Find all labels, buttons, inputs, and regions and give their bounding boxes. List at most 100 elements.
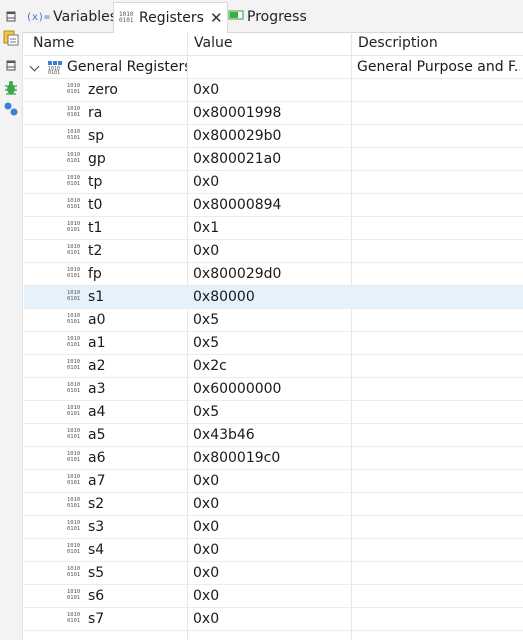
- table-row[interactable]: 1010 0101 a0 0x5: [24, 309, 523, 332]
- register-value[interactable]: 0x0: [193, 240, 350, 262]
- register-name: a7: [88, 473, 106, 489]
- register-name: s3: [88, 519, 105, 535]
- register-name: a1: [88, 335, 106, 351]
- register-name: fp: [88, 266, 102, 282]
- register-value[interactable]: 0x80001998: [193, 102, 350, 124]
- register-value[interactable]: 0x0: [193, 470, 350, 492]
- register-value[interactable]: 0x0: [193, 516, 350, 538]
- table-row[interactable]: 1010 0101 a6 0x800019c0: [24, 447, 523, 470]
- tab-registers[interactable]: 1010 0101 Registers ✕: [113, 2, 228, 33]
- svg-text:0101: 0101: [48, 70, 60, 74]
- register-name: gp: [88, 151, 106, 167]
- register-name: s7: [88, 611, 105, 627]
- register-name: s2: [88, 496, 105, 512]
- register-value[interactable]: 0x5: [193, 332, 350, 354]
- register-value[interactable]: 0x0: [193, 562, 350, 584]
- register-value[interactable]: 0x5: [193, 309, 350, 331]
- table-row[interactable]: 1010 0101 a1 0x5: [24, 332, 523, 355]
- register-value[interactable]: 0x800019c0: [193, 447, 350, 469]
- register-value[interactable]: 0x0: [193, 171, 350, 193]
- close-icon[interactable]: ✕: [210, 9, 223, 27]
- table-row[interactable]: 1010 0101 t1 0x1: [24, 217, 523, 240]
- restore-icon-2[interactable]: [3, 58, 19, 74]
- table-body: 1010 0101 General Registers General Purpo…: [24, 56, 523, 631]
- table-row[interactable]: 1010 0101 s2 0x0: [24, 493, 523, 516]
- table-row[interactable]: 1010 0101 a3 0x60000000: [24, 378, 523, 401]
- register-value[interactable]: 0x0: [193, 585, 350, 607]
- registers-view: (x)= Variables 1010 0101 Registers ✕ Prog…: [0, 0, 523, 640]
- column-header-description[interactable]: Description: [352, 32, 523, 55]
- register-value[interactable]: 0x0: [193, 608, 350, 630]
- tab-variables-label: Variables: [53, 9, 118, 25]
- register-value[interactable]: 0x0: [193, 539, 350, 561]
- register-value[interactable]: 0x1: [193, 217, 350, 239]
- register-icon: 1010 0101: [67, 336, 81, 348]
- bug-icon[interactable]: [3, 80, 19, 96]
- progress-icon: [228, 8, 244, 26]
- tab-variables[interactable]: (x)= Variables: [26, 3, 117, 31]
- register-value[interactable]: 0x800029b0: [193, 125, 350, 147]
- register-value[interactable]: 0x800021a0: [193, 148, 350, 170]
- register-name: t1: [88, 220, 103, 236]
- table-row[interactable]: 1010 0101 a5 0x43b46: [24, 424, 523, 447]
- register-value[interactable]: 0x60000000: [193, 378, 350, 400]
- column-header-name[interactable]: Name: [27, 32, 190, 55]
- register-icon: 1010 0101: [67, 543, 81, 555]
- table-row[interactable]: 1010 0101 ra 0x80001998: [24, 102, 523, 125]
- register-value[interactable]: 0x0: [193, 493, 350, 515]
- chevron-down-icon[interactable]: [29, 61, 40, 72]
- register-value[interactable]: 0x5: [193, 401, 350, 423]
- register-icon: 1010 0101: [67, 129, 81, 141]
- restore-icon[interactable]: [3, 9, 19, 25]
- register-icon: 1010 0101: [67, 566, 81, 578]
- register-value[interactable]: 0x2c: [193, 355, 350, 377]
- register-icon: 1010 0101: [67, 106, 81, 118]
- registers-icon: 1010 0101: [119, 11, 134, 24]
- table-row[interactable]: 1010 0101 gp 0x800021a0: [24, 148, 523, 171]
- table-row[interactable]: 1010 0101 t0 0x80000894: [24, 194, 523, 217]
- group-row-general-registers[interactable]: 1010 0101 General Registers General Purpo…: [24, 56, 523, 79]
- register-name: s5: [88, 565, 105, 581]
- table-row[interactable]: 1010 0101 s5 0x0: [24, 562, 523, 585]
- register-name: t2: [88, 243, 103, 259]
- breakpoints-icon[interactable]: [3, 101, 19, 117]
- column-header-value[interactable]: Value: [188, 32, 351, 55]
- table-row[interactable]: 1010 0101 a4 0x5: [24, 401, 523, 424]
- table-row[interactable]: 1010 0101 a2 0x2c: [24, 355, 523, 378]
- table-row[interactable]: 1010 0101 s1 0x80000: [24, 286, 523, 309]
- register-icon: 1010 0101: [67, 612, 81, 624]
- table-row[interactable]: 1010 0101 tp 0x0: [24, 171, 523, 194]
- register-value[interactable]: 0x80000: [193, 286, 350, 308]
- group-name: General Registers: [67, 59, 187, 75]
- register-icon: 1010 0101: [67, 474, 81, 486]
- register-value[interactable]: 0x43b46: [193, 424, 350, 446]
- table-row[interactable]: 1010 0101 s6 0x0: [24, 585, 523, 608]
- table-row[interactable]: 1010 0101 s3 0x0: [24, 516, 523, 539]
- table-row[interactable]: 1010 0101 a7 0x0: [24, 470, 523, 493]
- tab-registers-label: Registers: [139, 10, 204, 26]
- register-name: a3: [88, 381, 106, 397]
- table-row[interactable]: 1010 0101 fp 0x800029d0: [24, 263, 523, 286]
- register-name: sp: [88, 128, 105, 144]
- register-value[interactable]: 0x0: [193, 79, 350, 101]
- group-description: General Purpose and F...: [357, 59, 520, 75]
- register-group-icon: 1010 0101: [47, 60, 63, 76]
- register-name: s4: [88, 542, 105, 558]
- register-name: a5: [88, 427, 106, 443]
- register-icon: 1010 0101: [67, 497, 81, 509]
- table-row[interactable]: 1010 0101 zero 0x0: [24, 79, 523, 102]
- table-row[interactable]: 1010 0101 s4 0x0: [24, 539, 523, 562]
- registers-table: Name Value Description 1010 0101 General …: [24, 32, 523, 640]
- register-name: t0: [88, 197, 103, 213]
- register-value[interactable]: 0x800029d0: [193, 263, 350, 285]
- register-name: a6: [88, 450, 106, 466]
- debug-view-icon[interactable]: [3, 29, 19, 46]
- register-value[interactable]: 0x80000894: [193, 194, 350, 216]
- table-row[interactable]: 1010 0101 s7 0x0: [24, 608, 523, 631]
- register-name: tp: [88, 174, 103, 190]
- register-name: a0: [88, 312, 106, 328]
- table-row[interactable]: 1010 0101 sp 0x800029b0: [24, 125, 523, 148]
- tab-progress[interactable]: Progress: [228, 3, 307, 31]
- register-icon: 1010 0101: [67, 359, 81, 371]
- table-row[interactable]: 1010 0101 t2 0x0: [24, 240, 523, 263]
